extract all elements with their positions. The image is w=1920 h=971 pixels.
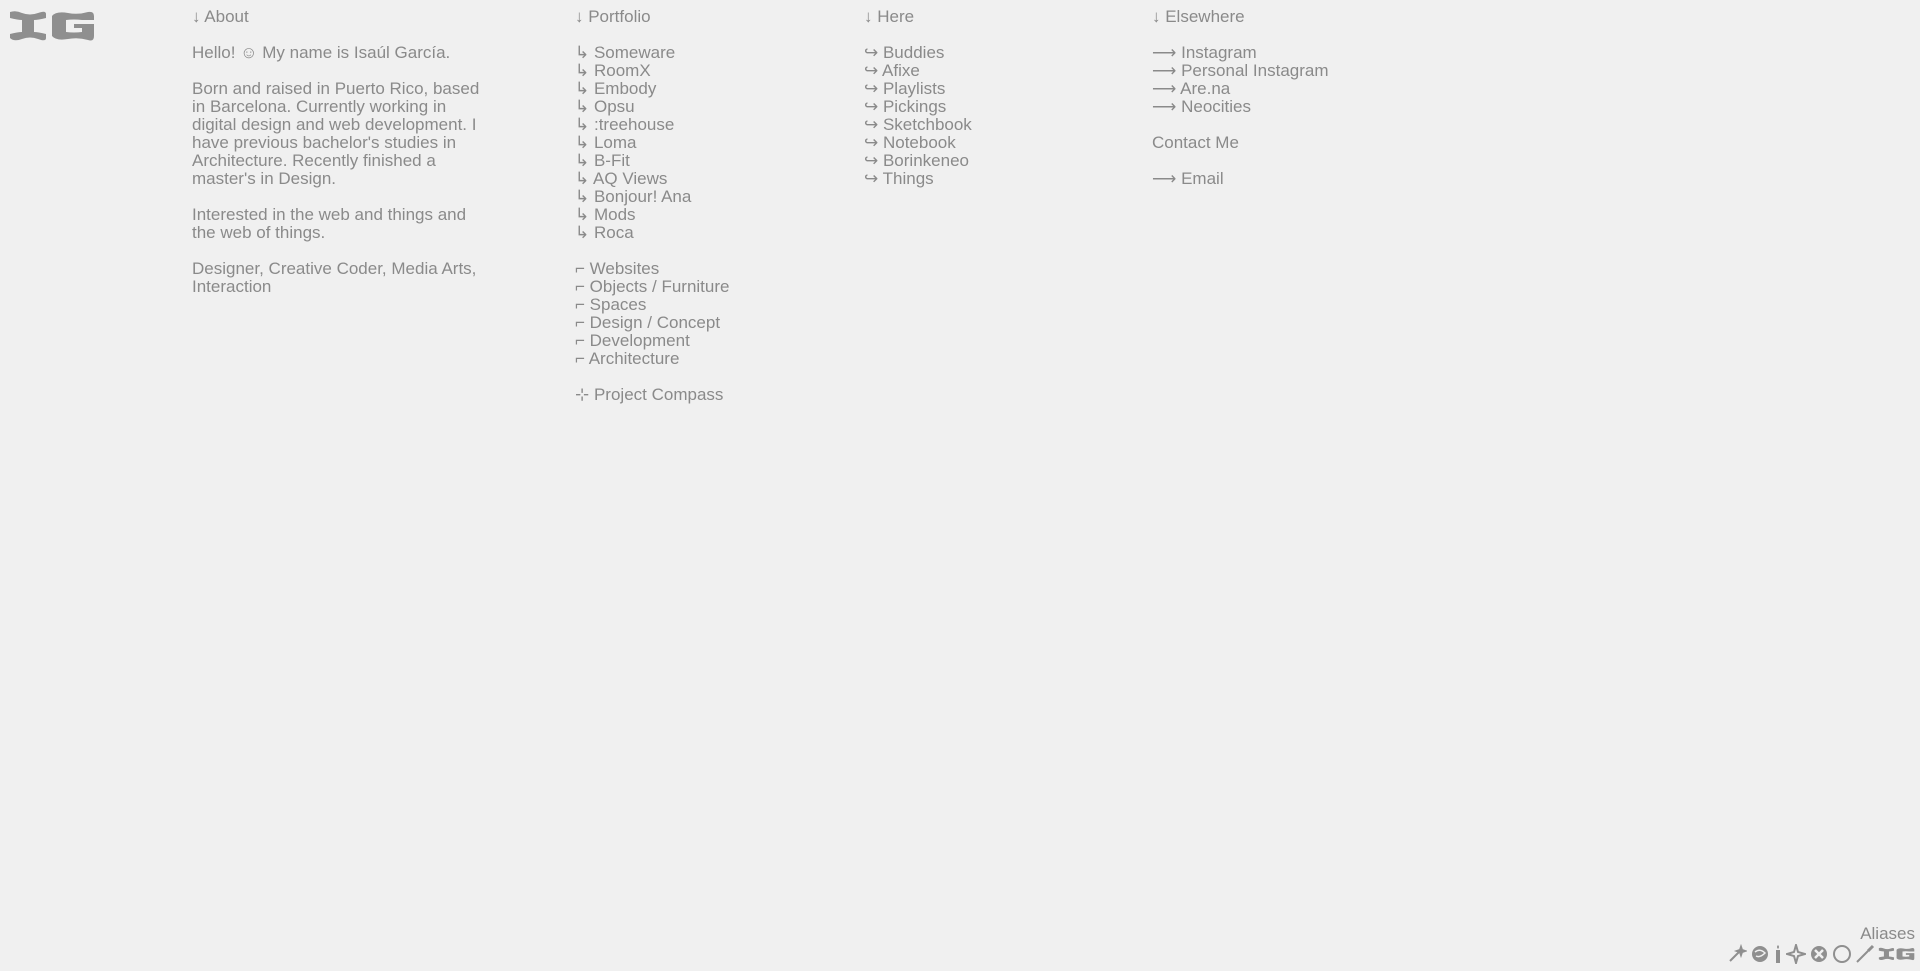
here-list: ↪ Buddies ↪ Afixe ↪ Playlists ↪ Pickings… xyxy=(864,44,1114,188)
external-link-arena[interactable]: ⟶ Are.na xyxy=(1152,80,1402,98)
x-circle-icon[interactable] xyxy=(1809,944,1829,964)
category-link-objects-furniture[interactable]: ⌐ Objects / Furniture xyxy=(575,278,825,296)
here-section: ↓ Here ↪ Buddies ↪ Afixe ↪ Playlists ↪ P… xyxy=(864,8,1114,188)
ring-icon[interactable] xyxy=(1832,944,1852,964)
candle-icon[interactable] xyxy=(1773,944,1783,964)
here-link-afixe[interactable]: ↪ Afixe xyxy=(864,62,1114,80)
about-section: ↓ About Hello! ☺ My name is Isaúl García… xyxy=(192,8,482,296)
here-link-buddies[interactable]: ↪ Buddies xyxy=(864,44,1114,62)
external-link-instagram[interactable]: ⟶ Instagram xyxy=(1152,44,1402,62)
project-link-treehouse[interactable]: ↳ :treehouse xyxy=(575,116,825,134)
about-bio: Born and raised in Puerto Rico, based in… xyxy=(192,79,480,188)
project-link-someware[interactable]: ↳ Someware xyxy=(575,44,825,62)
project-link-roca[interactable]: ↳ Roca xyxy=(575,224,825,242)
here-link-borinkeneo[interactable]: ↪ Borinkeneo xyxy=(864,152,1114,170)
contact-heading: Contact Me xyxy=(1152,133,1239,152)
ig-monogram-logo-icon xyxy=(10,11,94,41)
category-link-design-concept[interactable]: ⌐ Design / Concept xyxy=(575,314,825,332)
project-link-mods[interactable]: ↳ Mods xyxy=(575,206,825,224)
project-list: ↳ Someware ↳ RoomX ↳ Embody ↳ Opsu ↳ :tr… xyxy=(575,44,825,242)
aliases-label: Aliases xyxy=(1860,924,1915,943)
four-point-star-icon[interactable] xyxy=(1786,944,1806,964)
category-link-spaces[interactable]: ⌐ Spaces xyxy=(575,296,825,314)
here-link-notebook[interactable]: ↪ Notebook xyxy=(864,134,1114,152)
category-link-architecture[interactable]: ⌐ Architecture xyxy=(575,350,825,368)
elsewhere-section: ↓ Elsewhere ⟶ Instagram ⟶ Personal Insta… xyxy=(1152,8,1402,188)
contact-link-email[interactable]: ⟶ Email xyxy=(1152,170,1402,188)
category-link-websites[interactable]: ⌐ Websites xyxy=(575,260,825,278)
about-roles: Designer, Creative Coder, Media Arts, In… xyxy=(192,259,477,296)
sparkle-pen-icon[interactable] xyxy=(1727,944,1747,964)
external-link-neocities[interactable]: ⟶ Neocities xyxy=(1152,98,1402,116)
here-link-things[interactable]: ↪ Things xyxy=(864,170,1114,188)
external-link-personal-instagram[interactable]: ⟶ Personal Instagram xyxy=(1152,62,1402,80)
category-link-development[interactable]: ⌐ Development xyxy=(575,332,825,350)
about-interests: Interested in the web and things and the… xyxy=(192,205,467,242)
portfolio-heading: ↓ Portfolio xyxy=(575,7,651,26)
contact-list: ⟶ Email xyxy=(1152,170,1402,188)
here-heading: ↓ Here xyxy=(864,7,915,26)
here-link-playlists[interactable]: ↪ Playlists xyxy=(864,80,1114,98)
project-link-roomx[interactable]: ↳ RoomX xyxy=(575,62,825,80)
ig-logo[interactable] xyxy=(8,8,98,44)
about-heading: ↓ About xyxy=(192,7,249,26)
about-greeting: Hello! ☺ My name is Isaúl García. xyxy=(192,43,451,62)
brush-icon[interactable] xyxy=(1855,944,1875,964)
elsewhere-list: ⟶ Instagram ⟶ Personal Instagram ⟶ Are.n… xyxy=(1152,44,1402,116)
project-link-bonjour-ana[interactable]: ↳ Bonjour! Ana xyxy=(575,188,825,206)
aliases-icon-bar xyxy=(1727,943,1916,965)
category-list: ⌐ Websites ⌐ Objects / Furniture ⌐ Space… xyxy=(575,260,825,368)
here-link-sketchbook[interactable]: ↪ Sketchbook xyxy=(864,116,1114,134)
here-link-pickings[interactable]: ↪ Pickings xyxy=(864,98,1114,116)
portfolio-section: ↓ Portfolio ↳ Someware ↳ RoomX ↳ Embody … xyxy=(575,8,825,404)
project-link-embody[interactable]: ↳ Embody xyxy=(575,80,825,98)
elsewhere-heading: ↓ Elsewhere xyxy=(1152,7,1245,26)
ig-small-logo-icon[interactable] xyxy=(1878,944,1916,964)
project-compass-link[interactable]: ⊹ Project Compass xyxy=(575,386,825,404)
project-link-aq-views[interactable]: ↳ AQ Views xyxy=(575,170,825,188)
project-link-b-fit[interactable]: ↳ B-Fit xyxy=(575,152,825,170)
project-link-opsu[interactable]: ↳ Opsu xyxy=(575,98,825,116)
scribble-circle-icon[interactable] xyxy=(1750,944,1770,964)
project-link-loma[interactable]: ↳ Loma xyxy=(575,134,825,152)
